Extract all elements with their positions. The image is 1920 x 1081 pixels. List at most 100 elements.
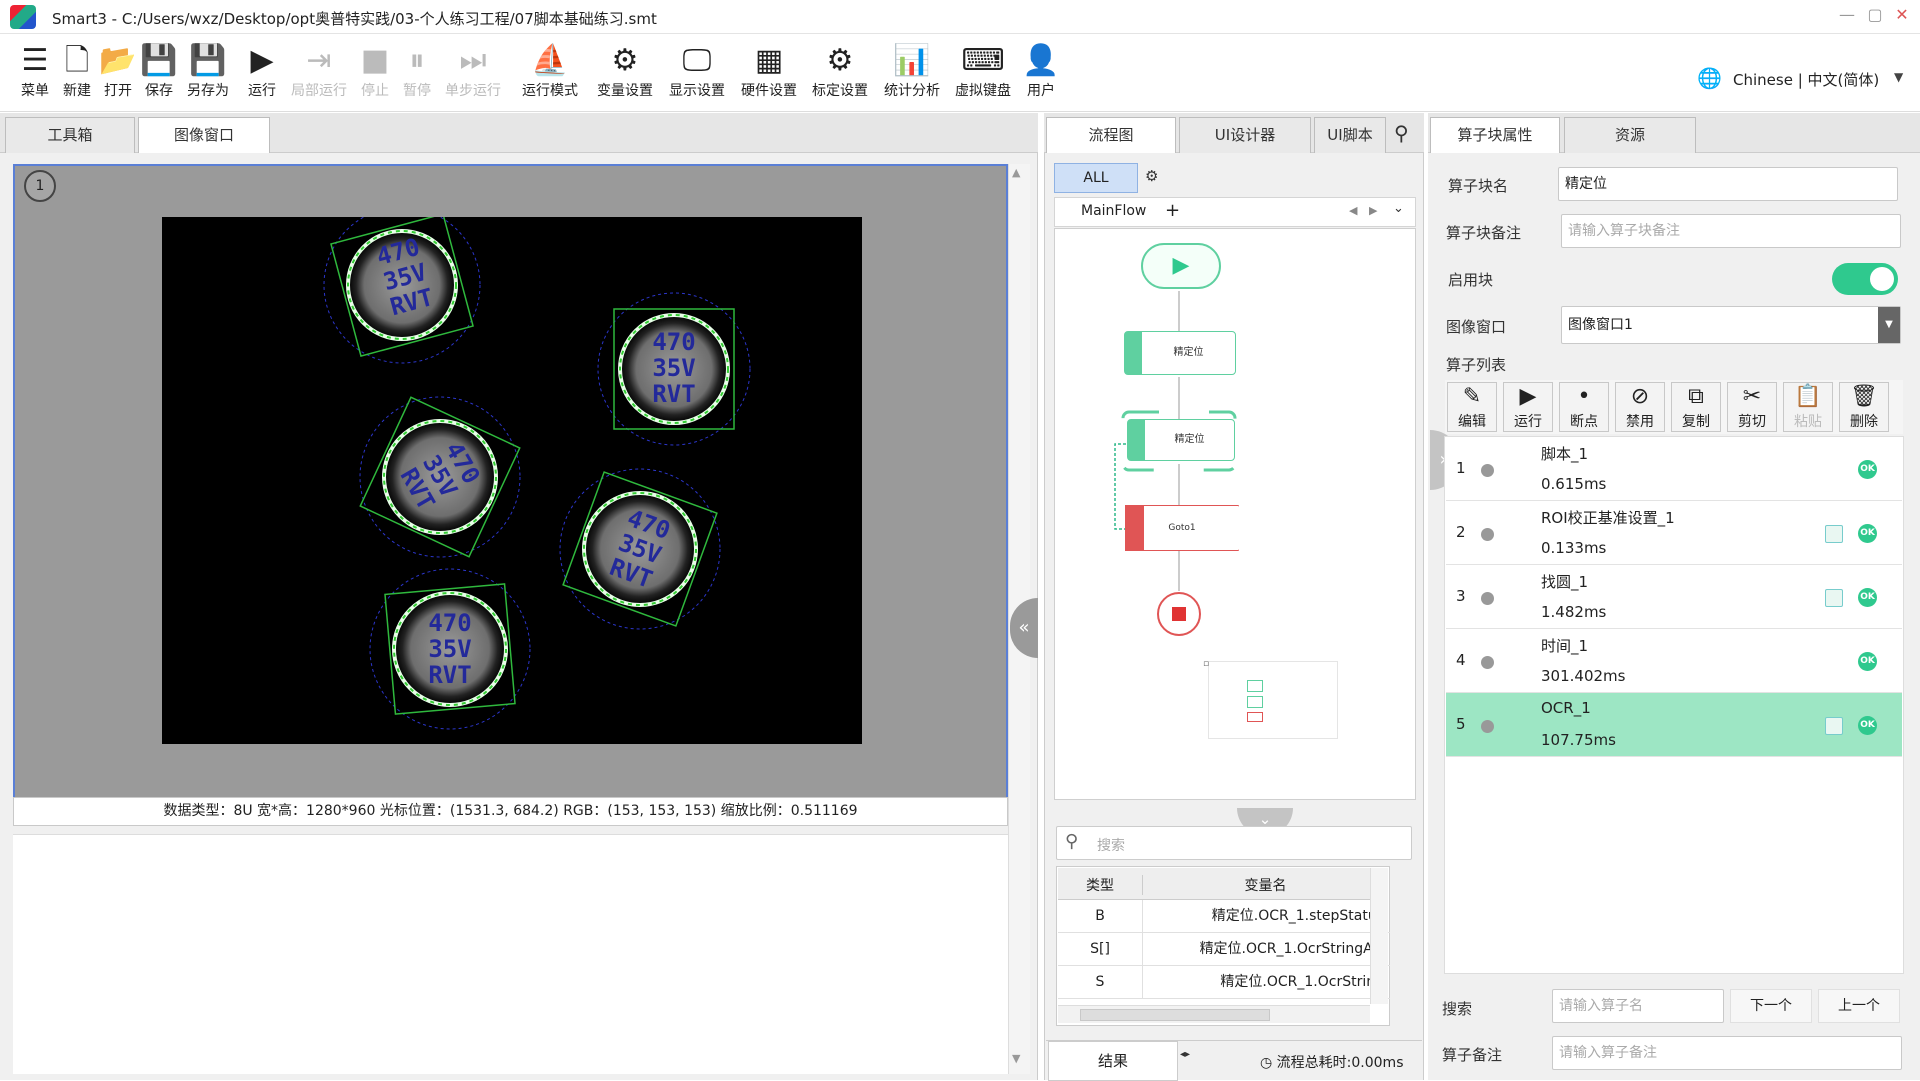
breakpoint-dot[interactable] [1481,720,1494,733]
previous-button[interactable]: 上一个 [1818,989,1900,1023]
flow-node-2[interactable]: 精定位 [1127,419,1235,461]
run-mode-button[interactable]: ⛵ 运行模式 [518,42,582,108]
calibration-settings-button[interactable]: ⚙ 标定设置 [808,42,872,108]
hscroll-thumb[interactable] [1080,1009,1270,1021]
step-run-button[interactable]: ⏭ 单步运行 [442,42,504,108]
ok-status-icon: OK [1858,460,1877,479]
search-icon[interactable]: ⚲ [1394,121,1409,145]
operator-note-input[interactable]: 请输入算子备注 [1552,1036,1902,1070]
breakpoint-dot[interactable] [1481,592,1494,605]
pause-button[interactable]: ⏸ 暂停 [398,42,436,108]
expand-tabs-icon[interactable]: ⌄ [1393,201,1404,216]
close-button[interactable]: ✕ [1893,6,1911,24]
partial-run-button[interactable]: ⇥ 局部运行 [288,42,350,108]
image-output-icon[interactable] [1825,589,1843,607]
tab-block-properties[interactable]: 算子块属性 [1430,117,1560,153]
image-output-icon[interactable] [1825,525,1843,543]
breakpoint-dot[interactable] [1481,464,1494,477]
arrows-icon[interactable]: ◂▸ [1180,1049,1190,1060]
settings-gear-icon[interactable]: ⚙ [1145,167,1158,185]
paste-icon: 📋 [1794,384,1822,409]
tab-ui-designer[interactable]: UI设计器 [1179,117,1311,153]
tab-flowchart[interactable]: 流程图 [1046,117,1176,153]
run-button[interactable]: ▶ 运行 [242,42,282,108]
tab-results[interactable]: 结果 [1048,1041,1178,1081]
flow-minimap[interactable] [1208,661,1338,739]
table-row[interactable]: S 精定位.OCR_1.OcrString [1058,966,1390,999]
scroll-up-icon[interactable]: ▲ [1012,166,1020,179]
image-window-select[interactable]: 图像窗口1 ▼ [1561,306,1901,344]
column-type[interactable]: 类型 [1058,875,1142,895]
scroll-tabs-right-icon[interactable]: ▶ [1369,204,1377,217]
next-button[interactable]: 下一个 [1730,989,1812,1023]
scroll-tabs-left-icon[interactable]: ◀ [1349,204,1357,217]
breakpoint-dot[interactable] [1481,656,1494,669]
delete-button[interactable]: 🗑 删除 [1839,382,1889,432]
flow-node-1[interactable]: 精定位 [1124,331,1236,375]
edit-button[interactable]: ✎ 编辑 [1447,382,1497,432]
enable-block-toggle[interactable] [1832,263,1898,295]
scroll-down-icon[interactable]: ▼ [1012,1052,1020,1065]
block-note-input[interactable]: 请输入算子块备注 [1561,214,1901,248]
list-item[interactable]: 4 时间_1 301.402ms OK [1446,629,1902,693]
ok-status-icon: OK [1858,524,1877,543]
variable-table-vscroll[interactable] [1370,868,1388,1004]
minimize-button[interactable]: — [1838,6,1856,24]
goto-node[interactable]: Goto1 [1125,505,1239,551]
language-icon: 🌐 [1697,66,1722,90]
copy-button[interactable]: ⧉ 复制 [1671,382,1721,432]
breakpoint-button[interactable]: • 断点 [1559,382,1609,432]
disable-button[interactable]: ⊘ 禁用 [1615,382,1665,432]
list-item-selected[interactable]: 5 OCR_1 107.75ms OK [1446,693,1902,757]
maximize-button[interactable]: ▢ [1866,6,1884,24]
start-node[interactable]: ▶ [1141,243,1221,289]
breakpoint-dot[interactable] [1481,528,1494,541]
list-item[interactable]: 2 ROI校正基准设置_1 0.133ms OK [1446,501,1902,565]
tab-mainflow[interactable]: MainFlow [1081,203,1146,219]
tab-image-window[interactable]: 图像窗口 [138,117,270,153]
lower-left-area [13,834,1008,1074]
camera-image[interactable] [162,206,862,744]
list-item[interactable]: 3 找圆_1 1.482ms OK [1446,565,1902,629]
run-mode-icon: ⛵ [531,43,569,78]
variable-table-header: 类型 变量名 [1058,868,1388,900]
minimap-toggle-icon[interactable]: ▫ [1203,659,1209,669]
variable-search-input[interactable]: ⚲ 搜索 [1056,826,1412,860]
dropdown-arrow-icon[interactable]: ▼ [1878,307,1900,343]
new-button[interactable]: 🗋 新建 [58,42,96,108]
cut-button[interactable]: ✂ 剪切 [1727,382,1777,432]
menu-button[interactable]: ☰ 菜单 [16,42,54,108]
add-flow-icon[interactable]: + [1165,200,1180,221]
block-name-input[interactable]: 精定位 [1558,167,1898,201]
language-dropdown-icon[interactable]: ▼ [1894,70,1903,84]
center-tab-bar: 流程图 UI设计器 UI脚本 ⚲ [1044,113,1424,153]
tab-resources[interactable]: 资源 [1564,117,1696,153]
tab-ui-script[interactable]: UI脚本 [1314,117,1386,153]
statistics-button[interactable]: 📊 统计分析 [880,42,944,108]
operator-note-label: 算子备注 [1442,1046,1503,1064]
table-row[interactable]: B 精定位.OCR_1.stepStatus [1058,900,1390,933]
display-settings-button[interactable]: 🖵 显示设置 [665,42,729,108]
open-button[interactable]: 📂 打开 [99,42,137,108]
list-item[interactable]: 1 脚本_1 0.615ms OK [1446,437,1902,501]
language-selector[interactable]: Chinese | 中文(简体) [1733,69,1879,90]
save-button[interactable]: 💾 保存 [140,42,178,108]
tab-toolbox[interactable]: 工具箱 [5,117,135,153]
variable-settings-button[interactable]: ⚙ 变量设置 [593,42,657,108]
virtual-keyboard-button[interactable]: ⌨ 虚拟键盘 [951,42,1015,108]
column-name[interactable]: 变量名 [1142,875,1388,895]
run-operator-button[interactable]: ▶ 运行 [1503,382,1553,432]
all-filter-button[interactable]: ALL [1054,163,1138,193]
operator-search-input[interactable]: 请输入算子名 [1552,989,1724,1023]
save-as-button[interactable]: 💾 另存为 [183,42,233,108]
hardware-settings-button[interactable]: ▦ 硬件设置 [737,42,801,108]
image-status-bar: 数据类型：8U 宽*高：1280*960 光标位置：(1531.3, 684.2… [13,797,1008,826]
user-button[interactable]: 👤 用户 [1022,42,1060,108]
stop-button[interactable]: ■ 停止 [356,42,394,108]
end-node[interactable] [1157,592,1201,636]
image-output-icon[interactable] [1825,717,1843,735]
flowchart-canvas[interactable]: ▶ 精定位 精定位 Goto1 ▫ [1054,228,1416,800]
paste-button[interactable]: 📋 粘贴 [1783,382,1833,432]
table-row[interactable]: S[] 精定位.OCR_1.OcrStringArr [1058,933,1390,966]
variable-table-hscroll[interactable] [1058,1005,1370,1023]
